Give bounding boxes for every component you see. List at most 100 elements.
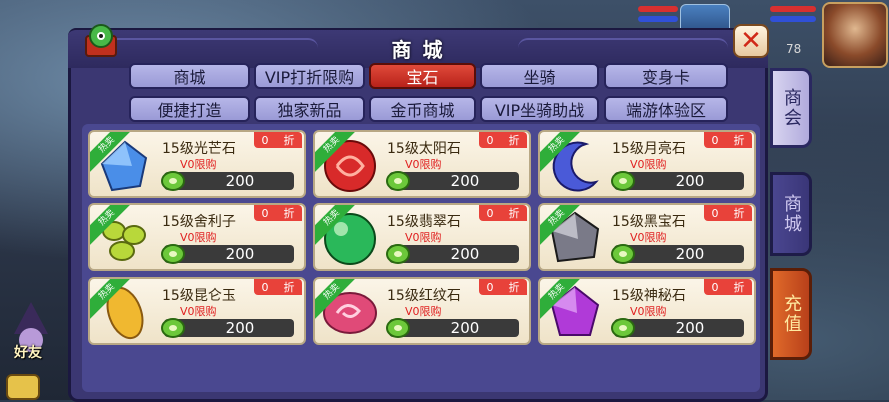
discount-unit: 折 (283, 134, 295, 147)
jade-coin-icon (611, 171, 635, 191)
item-card[interactable]: 热卖 15级翡翠石 V0限购 0 折 200 (313, 203, 531, 271)
tab-gold-shop[interactable]: 金币商城 (369, 96, 476, 122)
hp-bar-2 (770, 6, 816, 12)
side-tab-label: 商会 (781, 88, 802, 128)
mp-bar (638, 16, 678, 22)
item-card[interactable]: 热卖 15级黑宝石 V0限购 0 折 200 (538, 203, 756, 271)
item-card[interactable]: 热卖 15级月亮石 V0限购 0 折 200 (538, 130, 756, 198)
jade-coin-icon (161, 244, 185, 264)
close-button[interactable]: ✕ (733, 24, 769, 58)
discount-badge: 0 折 (254, 132, 302, 148)
discount-unit: 折 (733, 281, 745, 294)
discount-badge: 0 折 (704, 132, 752, 148)
item-price: 200 (675, 245, 705, 263)
discount-badge: 0 折 (479, 132, 527, 148)
item-price: 200 (225, 172, 255, 190)
tab-quick-forge[interactable]: 便捷打造 (129, 96, 250, 122)
item-name: 15级红纹石 (387, 288, 461, 304)
item-card[interactable]: 热卖 15级神秘石 V0限购 0 折 200 (538, 277, 756, 345)
discount-unit: 折 (508, 207, 520, 220)
jade-coin-icon (386, 244, 410, 264)
item-price: 200 (225, 245, 255, 263)
jade-coin-icon (386, 318, 410, 338)
jade-coin-icon (386, 171, 410, 191)
discount-value: 0 (711, 133, 719, 147)
side-tab-recharge[interactable]: 充值 (770, 268, 812, 360)
close-icon: ✕ (740, 26, 762, 56)
discount-unit: 折 (508, 134, 520, 147)
side-tab-label: 商城 (781, 194, 802, 234)
item-price: 200 (450, 319, 480, 337)
tab-vip-discount[interactable]: VIP打折限购 (254, 63, 365, 89)
tab-label: 坐骑 (523, 68, 556, 87)
item-name: 15级翡翠石 (387, 214, 461, 230)
item-card[interactable]: 热卖 15级太阳石 V0限购 0 折 200 (313, 130, 531, 198)
discount-value: 0 (486, 206, 494, 220)
item-card[interactable]: 热卖 15级昆仑玉 V0限购 0 折 200 (88, 277, 306, 345)
page-title: 商 城 (391, 38, 445, 62)
discount-badge: 0 折 (704, 205, 752, 221)
discount-value: 0 (261, 206, 269, 220)
mp-bar-2 (770, 16, 816, 22)
item-name: 15级昆仑玉 (162, 288, 236, 304)
jade-coin-icon (611, 318, 635, 338)
item-name: 15级黑宝石 (612, 214, 686, 230)
discount-badge: 0 折 (254, 279, 302, 295)
item-price: 200 (450, 172, 480, 190)
side-tab-mall[interactable]: 商城 (770, 172, 812, 256)
tab-label: 金币商城 (390, 101, 455, 120)
title-bar: 商 城 (68, 28, 768, 68)
tab-vip-mount[interactable]: VIP坐骑助战 (480, 96, 599, 122)
discount-unit: 折 (283, 207, 295, 220)
discount-badge: 0 折 (479, 279, 527, 295)
tab-label: 宝石 (406, 68, 439, 87)
tab-label: VIP打折限购 (264, 68, 355, 87)
tab-shop[interactable]: 商城 (129, 63, 250, 89)
discount-badge: 0 折 (479, 205, 527, 221)
item-name: 15级月亮石 (612, 141, 686, 157)
discount-value: 0 (261, 133, 269, 147)
player-level: 78 (786, 42, 802, 56)
player-portrait[interactable] (822, 2, 888, 68)
tab-label: 端游体验区 (625, 101, 706, 120)
side-tab-label: 充值 (781, 294, 802, 334)
item-price: 200 (225, 319, 255, 337)
tab-label: 变身卡 (641, 68, 690, 87)
item-price: 200 (675, 319, 705, 337)
tab-label: 商城 (173, 68, 206, 87)
side-tab-guild-shop[interactable]: 商会 (770, 68, 812, 148)
item-card[interactable]: 热卖 15级光芒石 V0限购 0 折 200 (88, 130, 306, 198)
discount-value: 0 (486, 133, 494, 147)
tab-gems[interactable]: 宝石 (369, 63, 476, 89)
item-price: 200 (450, 245, 480, 263)
tab-transform-card[interactable]: 变身卡 (604, 63, 728, 89)
item-card[interactable]: 热卖 15级红纹石 V0限购 0 折 200 (313, 277, 531, 345)
friend-label[interactable]: 好友 (14, 342, 42, 362)
item-card[interactable]: 热卖 15级舍利子 V0限购 0 折 200 (88, 203, 306, 271)
lantern-icon (85, 24, 117, 57)
discount-unit: 折 (733, 207, 745, 220)
item-name: 15级太阳石 (387, 141, 461, 157)
hp-bar (638, 6, 678, 12)
tab-label: VIP坐骑助战 (494, 101, 585, 120)
tab-label: 便捷打造 (157, 101, 222, 120)
discount-badge: 0 折 (704, 279, 752, 295)
item-name: 15级舍利子 (162, 214, 236, 230)
chat-icon[interactable] (6, 374, 40, 400)
discount-value: 0 (711, 206, 719, 220)
discount-value: 0 (711, 280, 719, 294)
discount-value: 0 (261, 280, 269, 294)
discount-unit: 折 (508, 281, 520, 294)
item-price: 200 (675, 172, 705, 190)
tab-mounts[interactable]: 坐骑 (480, 63, 599, 89)
jade-coin-icon (161, 171, 185, 191)
jade-coin-icon (161, 318, 185, 338)
item-name: 15级神秘石 (612, 288, 686, 304)
tab-exclusive-new[interactable]: 独家新品 (254, 96, 365, 122)
tab-label: 独家新品 (277, 101, 342, 120)
discount-value: 0 (486, 280, 494, 294)
discount-unit: 折 (733, 134, 745, 147)
tab-pc-experience[interactable]: 端游体验区 (604, 96, 728, 122)
jade-coin-icon (611, 244, 635, 264)
discount-badge: 0 折 (254, 205, 302, 221)
